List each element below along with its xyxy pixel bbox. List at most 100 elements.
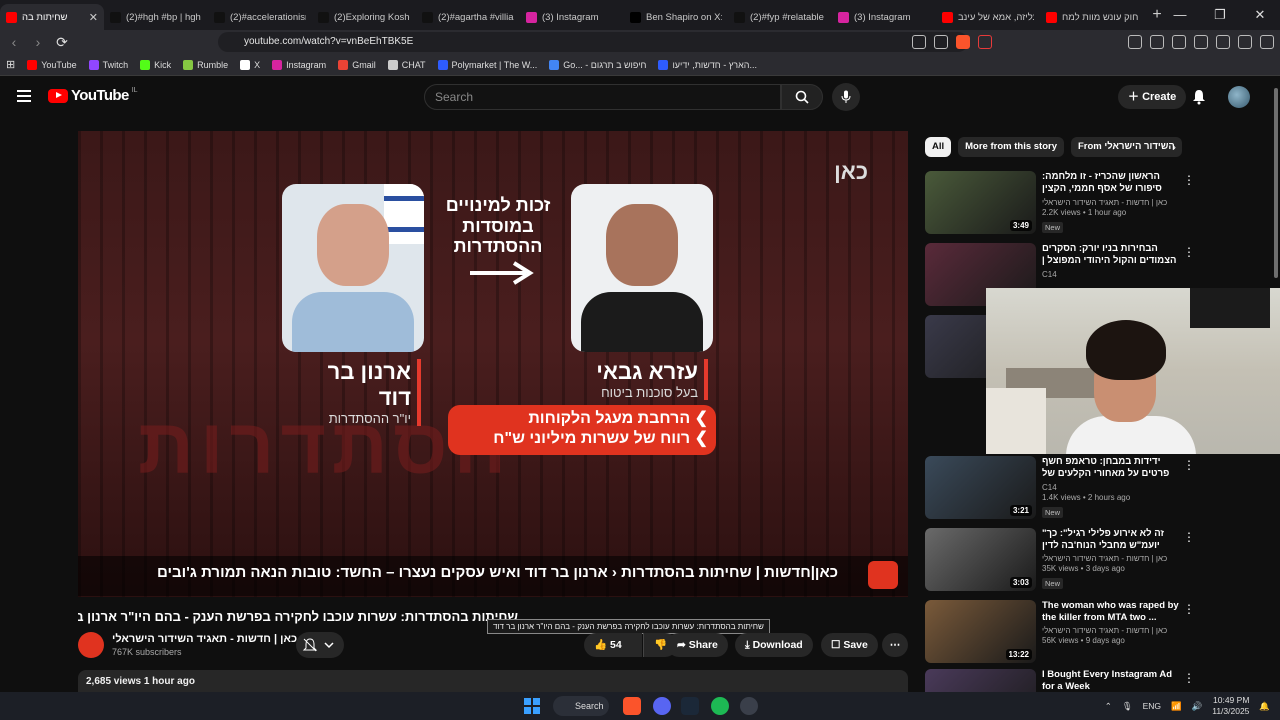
recommendation-channel[interactable]: כאן | חדשות - תאגיד השידור הישראלי [1042, 626, 1182, 635]
search-button[interactable] [781, 84, 823, 110]
chip-more-from-story[interactable]: More from this story [958, 137, 1064, 157]
recommendation-title[interactable]: ידידות במבחן: טראמפ חשף פרטים על מאחורי … [1042, 456, 1182, 481]
create-button[interactable]: ＋ Create [1118, 85, 1187, 109]
bookmark-item[interactable]: YouTube [27, 59, 77, 70]
chips-next-icon[interactable]: › [1172, 140, 1176, 154]
puzzle-icon[interactable] [1172, 35, 1186, 49]
menu-hamburger-icon[interactable] [17, 90, 31, 105]
notifications-bell-icon[interactable] [1192, 89, 1206, 110]
windows-start-icon[interactable] [524, 698, 540, 714]
youtube-logo[interactable]: YouTube IL [48, 87, 138, 104]
browser-tab[interactable]: עליזה, אמא של עינב [936, 4, 1040, 30]
browser-tab[interactable]: שחיתות בה ✕ [0, 4, 104, 30]
browser-tab[interactable]: Ben Shapiro on X: " [624, 4, 728, 30]
download-button[interactable]: ⤓ Download [735, 633, 813, 657]
recommendation-title[interactable]: הראשון שהכריז - זו מלחמה: סיפורו של אסף … [1042, 171, 1182, 196]
scrollbar-thumb[interactable] [1274, 88, 1278, 278]
music-icon[interactable] [1216, 35, 1230, 49]
recommendation-channel[interactable]: C14 [1042, 483, 1182, 492]
like-button[interactable]: 👍 54 [584, 633, 642, 657]
more-options-icon[interactable]: ⋮ [1183, 458, 1195, 472]
minimize-icon[interactable]: — [1160, 0, 1200, 30]
bookmark-item[interactable]: Polymarket | The W... [437, 59, 537, 70]
notification-icon[interactable]: 🔔 [1259, 701, 1270, 712]
recommendation-title[interactable]: הבחירות בניו יורק: הסקרים הצמודים והקול … [1042, 243, 1182, 268]
bookmark-item[interactable]: Gmail [338, 59, 376, 70]
wifi-icon[interactable]: 📶 [1171, 701, 1182, 712]
bookmark-item[interactable]: X [240, 59, 260, 70]
recommendation-title[interactable]: I Bought Every Instagram Ad for a Week [1042, 669, 1182, 693]
more-options-icon[interactable]: ⋮ [1183, 671, 1195, 685]
browser-tab[interactable]: (3) Instagram [832, 4, 936, 30]
more-options-icon[interactable]: ⋮ [1183, 173, 1195, 187]
page-scrollbar[interactable] [1274, 88, 1278, 686]
bookmark-item[interactable]: CHAT [387, 59, 426, 70]
voice-search-button[interactable] [832, 83, 860, 111]
more-options-icon[interactable]: ⋮ [1183, 530, 1195, 544]
language-indicator[interactable]: ENG [1143, 701, 1161, 711]
sidebar-icon[interactable] [1238, 35, 1252, 49]
chip-from-channel[interactable]: From השידור הישראלי [1071, 137, 1182, 157]
recommendation-title[interactable]: The woman who was raped by the killer fr… [1042, 600, 1182, 624]
share-icon[interactable] [934, 35, 948, 49]
extension-icon[interactable] [1128, 35, 1142, 49]
tray-chevron-icon[interactable]: ⌃ [1105, 701, 1112, 712]
recommendation-title[interactable]: "זה לא אירוע פלילי רגיל": כך יועמ"ש מחבל… [1042, 528, 1182, 552]
tab-search-icon[interactable] [1194, 35, 1208, 49]
recommendation-item[interactable]: 13:22 The woman who was raped by the kill… [925, 600, 1270, 666]
browser-tab[interactable]: (2)Exploring Koshe [312, 4, 416, 30]
browser-tab[interactable]: (2)#accelerationism [208, 4, 312, 30]
video-thumbnail[interactable]: 3:21 [925, 456, 1036, 519]
more-options-icon[interactable]: ⋮ [1183, 245, 1195, 259]
rewards-icon[interactable] [978, 35, 992, 49]
recommendation-item[interactable]: 3:03 "זה לא אירוע פלילי רגיל": כך יועמ"ש … [925, 528, 1270, 594]
recommendation-channel[interactable]: C14 [1042, 270, 1182, 279]
spotify-taskbar-icon[interactable] [711, 697, 729, 715]
steam-taskbar-icon[interactable] [681, 697, 699, 715]
url-text[interactable]: youtube.com/watch?v=vnBeEhTBK5E [244, 33, 413, 51]
bookmark-item[interactable]: Twitch [88, 59, 128, 70]
more-actions-button[interactable]: ⋯ [882, 633, 908, 657]
back-icon[interactable]: ‹ [4, 34, 24, 50]
brave-taskbar-icon[interactable] [623, 697, 641, 715]
bookmark-item[interactable]: Instagram [272, 59, 326, 70]
bookmark-item[interactable]: Go... - חיפוש ב תרגום [549, 59, 646, 70]
channel-avatar[interactable] [78, 632, 104, 658]
app-taskbar-icon[interactable] [740, 697, 758, 715]
bookmark-item[interactable]: Kick [140, 59, 171, 70]
video-thumbnail[interactable]: 13:22 [925, 600, 1036, 663]
subscribed-bell-button[interactable] [296, 632, 344, 658]
browser-tab[interactable]: (2)#fyp #relatable [728, 4, 832, 30]
recommendation-channel[interactable]: כאן | חדשות - תאגיד השידור הישראלי [1042, 198, 1182, 207]
browser-tab[interactable]: (3) Instagram [520, 4, 624, 30]
browser-tab[interactable]: (2)#agartha #villia [416, 4, 520, 30]
more-options-icon[interactable]: ⋮ [1183, 602, 1195, 616]
account-avatar[interactable] [1228, 86, 1250, 108]
search-input[interactable]: Search [424, 84, 781, 110]
screen-icon[interactable] [912, 35, 926, 49]
browser-tab[interactable]: חוק עונש מוות למח [1040, 4, 1144, 30]
save-button[interactable]: ☐ Save [821, 633, 878, 657]
discord-taskbar-icon[interactable] [653, 697, 671, 715]
forward-icon[interactable]: › [28, 34, 48, 50]
browser-tab[interactable]: (2)#hgh #bp | hgh [104, 4, 208, 30]
video-player[interactable]: הסתדרות כאן זכות למינויים במוסדות ההסתדר… [78, 131, 908, 597]
close-tab-icon[interactable]: ✕ [89, 11, 98, 24]
close-window-icon[interactable]: ✕ [1240, 0, 1280, 30]
apps-grid-icon[interactable]: ⊞ [6, 58, 15, 71]
brave-shield-icon[interactable] [956, 35, 970, 49]
share-button[interactable]: ➦ Share [667, 633, 728, 657]
maximize-icon[interactable]: ❐ [1200, 0, 1240, 30]
recommendation-channel[interactable]: כאן | חדשות - תאגיד השידור הישראלי [1042, 554, 1182, 563]
bookmark-item[interactable]: הארץ - חדשות, ידיעו... [658, 59, 757, 70]
recommendation-item[interactable]: 3:21 ידידות במבחן: טראמפ חשף פרטים על מאח… [925, 456, 1270, 522]
channel-name[interactable]: כאן | חדשות - תאגיד השידור הישראלי [112, 633, 297, 645]
wallet-icon[interactable] [1150, 35, 1164, 49]
video-thumbnail[interactable]: 3:49 [925, 171, 1036, 234]
clock[interactable]: 10:49 PM 11/3/2025 [1212, 695, 1249, 717]
volume-icon[interactable]: 🔊 [1192, 701, 1203, 712]
description-box[interactable]: 2,685 views 1 hour ago [78, 670, 908, 694]
chip-all[interactable]: All [925, 137, 952, 157]
bookmark-item[interactable]: Rumble [183, 59, 228, 70]
recommendation-item[interactable]: 3:49 הראשון שהכריז - זו מלחמה: סיפורו של … [925, 171, 1270, 237]
